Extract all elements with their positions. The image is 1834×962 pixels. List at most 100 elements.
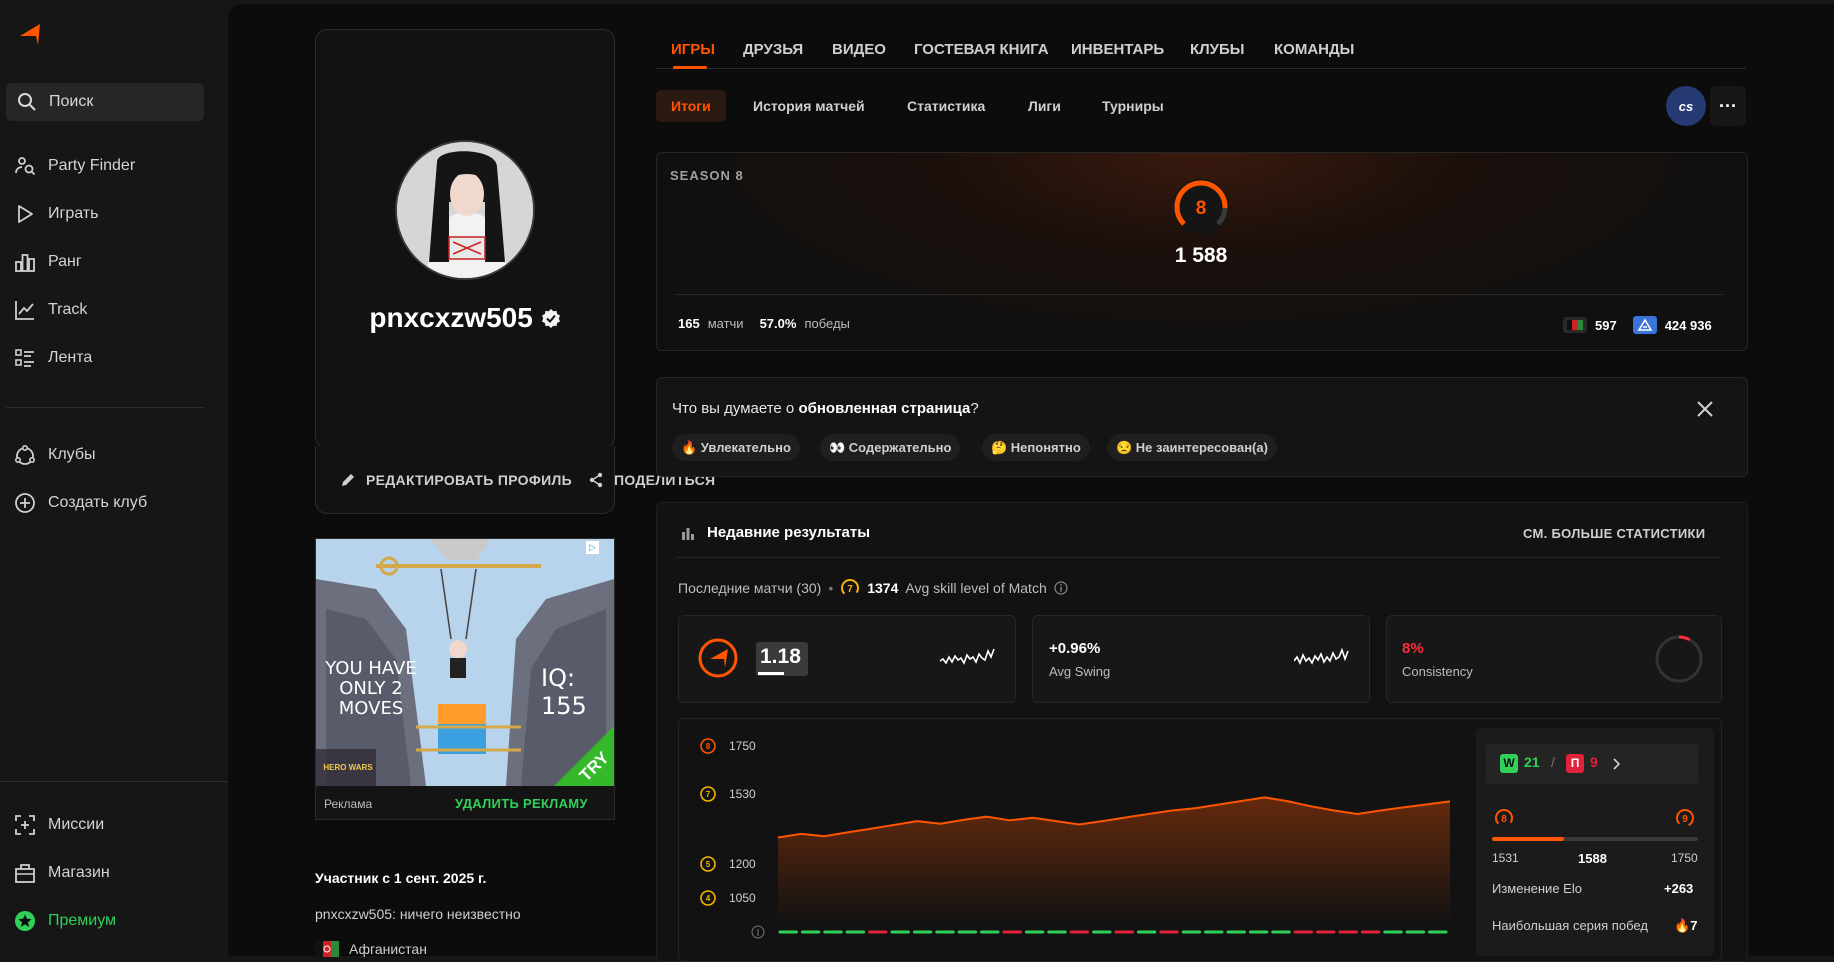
kd-underline xyxy=(758,672,784,675)
last-matches-summary: Последние матчи (30) • 7 1374 Avg skill … xyxy=(678,578,1068,598)
loss-badge: П xyxy=(1566,754,1584,773)
sidebar-item-play[interactable]: Играть xyxy=(14,200,98,228)
range-from: 1531 xyxy=(1492,851,1519,865)
sidebar-item-rank[interactable]: Ранг xyxy=(14,248,82,276)
fire-icon: 🔥 xyxy=(1674,918,1691,933)
sidebar: Поиск Party Finder Играть Ранг Track Лен… xyxy=(0,0,228,956)
tab-games[interactable]: ИГРЫ xyxy=(671,41,715,58)
season-ranks: 597 424 936 xyxy=(1563,316,1712,334)
sidebar-item-label: Премиум xyxy=(48,912,117,929)
ad-label: Реклама xyxy=(324,797,373,811)
sidebar-item-party-finder[interactable]: Party Finder xyxy=(14,152,135,180)
tab-video[interactable]: ВИДЕО xyxy=(832,41,886,58)
feedback-option-exciting[interactable]: 🔥 Увлекательно xyxy=(672,434,800,461)
avg-skill-value: 1374 xyxy=(867,580,899,596)
consistency-label: Consistency xyxy=(1402,664,1473,679)
game-cs2-badge[interactable]: cs xyxy=(1666,86,1706,126)
faceit-rating-icon xyxy=(698,638,738,678)
feedback-question-prefix: Что вы думаете о xyxy=(672,400,799,417)
sidebar-item-create-club[interactable]: Создать клуб xyxy=(14,489,147,517)
season-matches-stat: 165 матчи 57.0% победы xyxy=(678,316,850,331)
subtab-statistics[interactable]: Статистика xyxy=(892,90,1000,122)
see-more-stats-link[interactable]: СМ. БОЛЬШЕ СТАТИСТИКИ xyxy=(1523,526,1705,541)
sidebar-item-shop[interactable]: Магазин xyxy=(14,859,110,887)
sidebar-item-label: Играть xyxy=(48,205,99,222)
subtab-match-history[interactable]: История матчей xyxy=(738,90,880,122)
country-rank-flag-icon xyxy=(1563,317,1587,333)
consistency-ring xyxy=(1655,635,1703,683)
season-label: SEASON 8 xyxy=(670,168,744,183)
profile-bio: pnxcxzw505: ничего неизвестно xyxy=(315,906,521,922)
create-club-icon xyxy=(15,493,35,513)
tab-teams[interactable]: КОМАНДЫ xyxy=(1274,41,1354,58)
wins-value: 21 xyxy=(1524,754,1540,770)
ad-choices-icon[interactable]: ▷ xyxy=(586,541,599,554)
avg-swing-value: +0.96% xyxy=(1049,640,1101,657)
more-options-button[interactable]: ··· xyxy=(1710,86,1746,126)
avg-skill-label: Avg skill level of Match xyxy=(905,580,1047,596)
win-streak-value: 🔥7 xyxy=(1674,918,1697,934)
sidebar-item-label: Клубы xyxy=(48,446,96,463)
feedback-question-bold: обновленная страница xyxy=(798,400,971,417)
country-rank-value: 597 xyxy=(1595,317,1617,333)
ad-text-iq: IQ: 155 xyxy=(541,664,587,720)
close-feedback-button[interactable] xyxy=(1696,398,1714,424)
elo-area xyxy=(778,797,1450,924)
info-icon[interactable] xyxy=(1054,581,1068,595)
matches-value: 165 xyxy=(678,316,700,331)
feedback-option-confusing[interactable]: 🤔 Непонятно xyxy=(982,434,1090,461)
skill-level-number: 8 xyxy=(1196,198,1207,219)
ad-banner[interactable]: YOU HAVE ONLY 2 MOVES IQ: 155 TRY HERO W… xyxy=(316,539,614,786)
results-divider xyxy=(676,557,1720,558)
profile-country: Афганистан xyxy=(315,941,427,957)
winrate-value: 57.0% xyxy=(759,316,797,331)
sidebar-item-clubs[interactable]: Клубы xyxy=(14,441,96,469)
feedback-option-informative[interactable]: 👀 Содержательно xyxy=(820,434,961,461)
win-loss-separator: / xyxy=(1551,754,1555,770)
sidebar-item-feed[interactable]: Лента xyxy=(14,344,92,372)
win-badge: W xyxy=(1500,754,1518,773)
y-axis-level-number: 4 xyxy=(706,894,711,903)
search-icon xyxy=(18,93,36,111)
y-axis-level-number: 8 xyxy=(706,742,711,751)
avatar[interactable] xyxy=(395,140,535,280)
subtab-leagues[interactable]: Лиги xyxy=(1013,90,1076,122)
y-axis-tick-label: 1200 xyxy=(729,857,756,871)
level-9-number: 9 xyxy=(1682,814,1688,825)
sidebar-item-label: Миссии xyxy=(48,816,105,833)
sidebar-item-label: Track xyxy=(48,301,88,318)
level-9-icon: 9 xyxy=(1676,809,1694,827)
tab-friends[interactable]: ДРУЗЬЯ xyxy=(743,41,803,58)
sidebar-item-label: Создать клуб xyxy=(48,494,148,511)
season-elo: 1 588 xyxy=(1174,244,1228,267)
subtab-summary[interactable]: Итоги xyxy=(656,90,726,122)
tab-inventory[interactable]: ИНВЕНТАРЬ xyxy=(1071,41,1164,58)
more-icon: ··· xyxy=(1719,95,1737,116)
separator-dot: • xyxy=(828,580,834,596)
elo-change-value: +263 xyxy=(1664,881,1694,896)
sidebar-item-premium[interactable]: Премиум xyxy=(14,907,116,935)
shop-icon xyxy=(15,864,35,883)
rank-icon xyxy=(15,254,35,272)
faceit-logo-icon[interactable] xyxy=(14,24,40,46)
sidebar-item-label: Ранг xyxy=(48,253,82,270)
avg-swing-sparkline xyxy=(1294,647,1349,665)
subtab-tournaments[interactable]: Турниры xyxy=(1087,90,1179,122)
search-button[interactable]: Поиск xyxy=(6,83,204,121)
skill-level-gauge: 8 xyxy=(1173,179,1229,235)
tab-clubs[interactable]: КЛУБЫ xyxy=(1190,41,1244,58)
track-icon xyxy=(15,301,34,320)
sidebar-item-missions[interactable]: Миссии xyxy=(14,811,104,839)
remove-ads-button[interactable]: УДАЛИТЬ РЕКЛАМУ xyxy=(455,796,588,811)
member-since: Участник с 1 сент. 2025 г. xyxy=(315,870,487,886)
level-7-number: 7 xyxy=(847,584,853,595)
y-axis-level-number: 7 xyxy=(706,790,711,799)
win-streak-number: 7 xyxy=(1690,918,1698,933)
feedback-option-not-interested[interactable]: 😒 Не заинтересован(а) xyxy=(1107,434,1277,461)
share-icon xyxy=(589,472,603,488)
sidebar-item-track[interactable]: Track xyxy=(14,296,87,324)
party-finder-icon xyxy=(15,157,36,176)
afghanistan-flag-icon xyxy=(315,941,339,957)
tab-guestbook[interactable]: ГОСТЕВАЯ КНИГА xyxy=(914,41,1049,58)
edit-profile-button[interactable]: РЕДАКТИРОВАТЬ ПРОФИЛЬ xyxy=(340,472,572,488)
